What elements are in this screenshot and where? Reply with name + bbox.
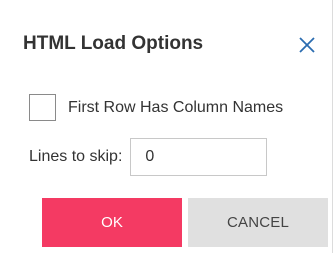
cancel-button[interactable]: CANCEL xyxy=(188,198,328,247)
close-icon xyxy=(299,37,315,53)
lines-to-skip-label: Lines to skip: xyxy=(29,148,123,165)
ok-button[interactable]: OK xyxy=(42,198,182,247)
first-row-checkbox[interactable] xyxy=(29,94,56,121)
lines-to-skip-row: Lines to skip: xyxy=(29,138,268,176)
html-load-options-dialog: HTML Load Options First Row Has Column N… xyxy=(0,0,333,253)
dialog-title: HTML Load Options xyxy=(23,33,204,54)
lines-to-skip-input[interactable] xyxy=(130,138,268,176)
close-button[interactable] xyxy=(297,35,317,55)
first-row-label: First Row Has Column Names xyxy=(68,98,284,116)
first-row-option: First Row Has Column Names xyxy=(29,94,283,121)
